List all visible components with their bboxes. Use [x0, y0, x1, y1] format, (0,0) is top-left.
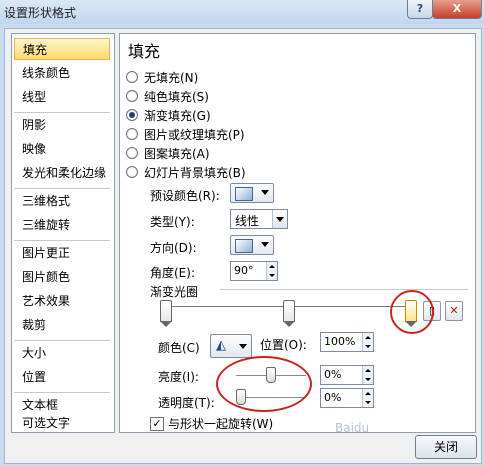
category-list: 填充 线条颜色 线型 阴影 映像 发光和柔化边缘 三维格式 三维旋转 图片更正 …	[11, 33, 115, 433]
brightness-value: 0%	[324, 368, 342, 381]
radio-picture-texture-fill-label: 图片或纹理填充(P)	[144, 128, 245, 142]
radio-pattern-fill[interactable]	[126, 147, 138, 159]
nav-divider	[14, 112, 110, 113]
window-close-button[interactable]: X	[432, 0, 482, 19]
spin-down-icon[interactable]	[362, 375, 373, 384]
remove-gradient-stop-icon: ✕	[449, 304, 459, 317]
nav-item-line-style[interactable]: 线型	[14, 86, 110, 108]
transparency-slider-thumb[interactable]	[236, 389, 246, 405]
type-select-value: 线性	[235, 214, 260, 228]
nav-item-crop[interactable]: 裁剪	[14, 314, 110, 336]
rotate-with-shape-label: 与形状一起旋转(W)	[168, 417, 274, 431]
direction-dropdown[interactable]	[230, 235, 274, 255]
checkmark-icon: ✓	[152, 417, 162, 430]
brightness-slider-thumb[interactable]	[266, 367, 276, 383]
radio-no-fill[interactable]	[126, 71, 138, 83]
paint-bucket-icon: ◭	[216, 338, 226, 353]
gradient-preview-icon	[235, 187, 253, 201]
add-gradient-stop-button[interactable]: ▯	[423, 301, 441, 321]
nav-divider	[14, 392, 110, 393]
radio-gradient-fill[interactable]	[126, 109, 138, 121]
preset-colors-dropdown[interactable]	[230, 183, 274, 203]
nav-item-fill[interactable]: 填充	[14, 38, 110, 60]
spin-up-icon[interactable]	[362, 366, 373, 375]
position-label: 位置(O):	[260, 338, 307, 352]
radio-slide-background-fill-label: 幻灯片背景填充(B)	[144, 166, 246, 180]
chevron-down-icon	[272, 210, 287, 228]
radio-pattern-fill-label: 图案填充(A)	[144, 147, 210, 161]
color-label: 颜色(C)	[158, 341, 200, 355]
spin-up-icon[interactable]	[362, 389, 373, 398]
spin-down-icon[interactable]	[362, 398, 373, 407]
spin-up-icon[interactable]	[362, 333, 373, 342]
format-shape-dialog: 填充 线条颜色 线型 阴影 映像 发光和柔化边缘 三维格式 三维旋转 图片更正 …	[4, 28, 482, 464]
angle-label: 角度(E):	[150, 266, 195, 280]
radio-gradient-fill-label: 渐变填充(G)	[144, 109, 211, 123]
radio-solid-fill[interactable]	[126, 90, 138, 102]
direction-preview-icon	[235, 239, 253, 253]
chevron-down-icon	[261, 190, 269, 195]
nav-divider	[14, 340, 110, 341]
nav-item-3d-rotation[interactable]: 三维旋转	[14, 214, 110, 236]
gradient-stop-selected[interactable]	[405, 300, 417, 327]
nav-item-picture-color[interactable]: 图片颜色	[14, 266, 110, 288]
nav-item-reflection[interactable]: 映像	[14, 138, 110, 160]
radio-picture-texture-fill[interactable]	[126, 128, 138, 140]
nav-item-size[interactable]: 大小	[14, 342, 110, 364]
gradient-stop[interactable]	[160, 300, 172, 327]
panel-heading: 填充	[128, 42, 161, 61]
preset-colors-label: 预设颜色(R):	[150, 189, 220, 203]
nav-item-alt-text[interactable]: 可选文字	[14, 416, 110, 430]
spin-down-icon[interactable]	[362, 342, 373, 351]
nav-divider	[14, 240, 110, 241]
nav-item-text-box[interactable]: 文本框	[14, 394, 110, 416]
radio-slide-background-fill[interactable]	[126, 166, 138, 178]
add-gradient-stop-icon: ▯	[428, 304, 436, 317]
direction-label: 方向(D):	[150, 241, 197, 255]
window-title: 设置形状格式	[4, 6, 77, 20]
nav-item-position[interactable]: 位置	[14, 366, 110, 388]
transparency-slider[interactable]	[236, 397, 306, 399]
rotate-with-shape-checkbox[interactable]: ✓	[150, 417, 164, 431]
remove-gradient-stop-button[interactable]: ✕	[445, 301, 463, 321]
watermark-logo: Baidu	[335, 421, 370, 435]
nav-divider	[14, 188, 110, 189]
position-value: 100%	[324, 335, 356, 348]
fill-panel: 填充 无填充(N) 纯色填充(S) 渐变填充(G) 图片或纹理填充(P) 图案填…	[119, 33, 476, 433]
type-select[interactable]: 线性	[230, 209, 288, 229]
chevron-down-icon	[261, 242, 269, 247]
transparency-spinner[interactable]: 0%	[320, 388, 374, 408]
brightness-spinner[interactable]: 0%	[320, 365, 374, 385]
nav-item-line-color[interactable]: 线条颜色	[14, 62, 110, 84]
nav-item-artistic-effects[interactable]: 艺术效果	[14, 290, 110, 312]
nav-item-glow-soft-edges[interactable]: 发光和柔化边缘	[14, 162, 110, 184]
nav-item-3d-format[interactable]: 三维格式	[14, 190, 110, 212]
transparency-label: 透明度(T):	[158, 396, 215, 410]
chevron-down-icon	[239, 344, 247, 349]
nav-item-shadow[interactable]: 阴影	[14, 114, 110, 136]
gradient-stop[interactable]	[282, 300, 295, 327]
angle-value: 90°	[234, 264, 254, 277]
stop-color-picker[interactable]: ◭	[210, 334, 252, 358]
spin-up-icon[interactable]	[266, 262, 277, 271]
spin-down-icon[interactable]	[266, 271, 277, 280]
help-button[interactable]: ?	[407, 0, 433, 19]
transparency-value: 0%	[324, 391, 342, 404]
position-spinner[interactable]: 100%	[320, 332, 374, 352]
type-label: 类型(Y):	[150, 215, 195, 229]
brightness-label: 亮度(I):	[158, 370, 199, 384]
highlight-ellipse	[216, 356, 312, 412]
angle-spinner[interactable]: 90°	[230, 261, 278, 281]
close-button[interactable]: 关闭	[415, 435, 477, 459]
radio-no-fill-label: 无填充(N)	[144, 71, 199, 85]
section-divider	[220, 289, 468, 290]
nav-item-picture-corrections[interactable]: 图片更正	[14, 242, 110, 264]
gradient-stops-label: 渐变光圈	[150, 285, 199, 299]
title-bar: 设置形状格式 ? X	[0, 0, 484, 24]
radio-solid-fill-label: 纯色填充(S)	[144, 90, 209, 104]
